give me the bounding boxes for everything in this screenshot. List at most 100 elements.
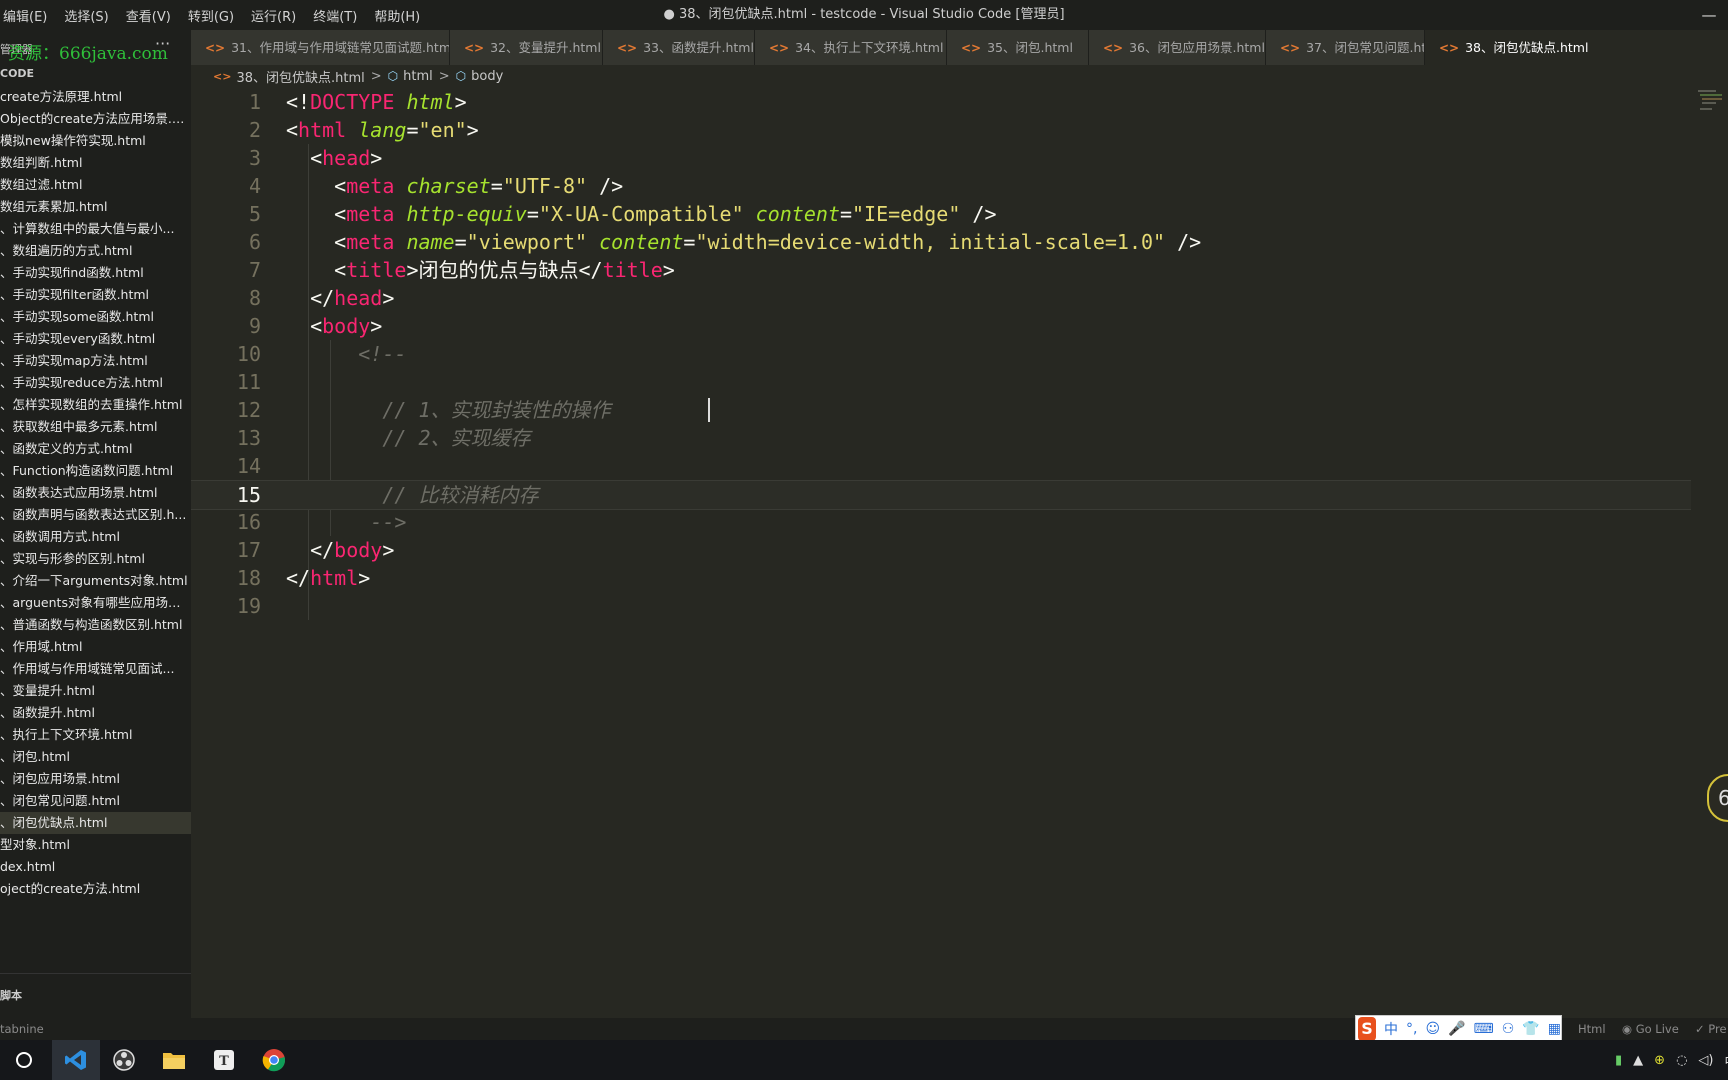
wifi-icon[interactable]: ◌ [1676,1053,1687,1068]
code-line[interactable]: 18 </html> [191,564,1691,592]
breadcrumb-body[interactable]: body [471,69,503,84]
go-live-button[interactable]: ◉ Go Live [1622,1022,1679,1036]
code-line[interactable]: 9 <body> [191,312,1691,340]
file-item[interactable]: 、计算数组中的最大值与最小... [0,218,191,240]
file-item[interactable]: 、普通函数与构造函数区别.html [0,614,191,636]
keyboard-icon[interactable]: ⌨ [1474,1021,1494,1037]
editor-tab[interactable]: <> 37、闭包常见问题.html [1266,30,1425,65]
file-item[interactable]: 、手动实现find函数.html [0,262,191,284]
show-hidden-icons[interactable]: ▲ [1633,1053,1643,1068]
minimize-button[interactable]: — [1690,4,1728,26]
file-item[interactable]: 、闭包常见问题.html [0,790,191,812]
editor-tab[interactable]: <> 33、函数提升.html [603,30,755,65]
code-line[interactable]: 6 <meta name="viewport" content="width=d… [191,228,1691,256]
code-line[interactable]: 1 <!DOCTYPE html> [191,88,1691,116]
code-line[interactable]: 15 // 比较消耗内存 [191,480,1691,510]
code-line[interactable]: 11 [191,368,1691,396]
punctuation-toggle[interactable]: °, [1406,1021,1417,1037]
code-line[interactable]: 17 </body> [191,536,1691,564]
file-item[interactable]: 数组判断.html [0,152,191,174]
vscode-icon[interactable] [52,1040,100,1080]
floating-counter-badge[interactable]: 6 [1707,774,1728,822]
file-item[interactable]: 、手动实现map方法.html [0,350,191,372]
toolbox-icon[interactable]: ▦ [1548,1021,1561,1037]
file-item[interactable]: 、函数调用方式.html [0,526,191,548]
microphone-icon[interactable]: 🎤 [1448,1021,1465,1037]
file-item[interactable]: 、执行上下文环境.html [0,724,191,746]
code-line[interactable]: 4 <meta charset="UTF-8" /> [191,172,1691,200]
breadcrumb-html[interactable]: html [403,69,433,84]
editor-tab[interactable]: <> 38、闭包优缺点.html [1425,30,1728,65]
skin-icon[interactable]: 👕 [1522,1021,1539,1037]
code-line[interactable]: 5 <meta http-equiv="X-UA-Compatible" con… [191,200,1691,228]
code-line[interactable]: 8 </head> [191,284,1691,312]
chrome-icon[interactable] [250,1040,298,1080]
code-line[interactable]: 12 // 1、实现封装性的操作 [191,396,1691,424]
file-item[interactable]: 、闭包优缺点.html [0,812,191,834]
file-item[interactable]: Object的create方法应用场景.h... [0,108,191,130]
network-icon[interactable]: ⊕ [1654,1053,1665,1068]
ime-mode-toggle[interactable]: 中 [1384,1019,1398,1039]
battery-icon[interactable]: ▮ [1615,1053,1622,1068]
breadcrumb-file[interactable]: 38、闭包优缺点.html [236,67,364,86]
file-item[interactable]: 、数组遍历的方式.html [0,240,191,262]
search-circle-icon[interactable] [0,1040,48,1080]
file-item[interactable]: 、介绍一下arguments对象.html [0,570,191,592]
minimap[interactable] [1698,86,1724,126]
file-item[interactable]: dex.html [0,856,191,878]
editor-tab[interactable]: <> 35、闭包.html [947,30,1089,65]
file-item[interactable]: 、获取数组中最多元素.html [0,416,191,438]
editor-tab[interactable]: <> 34、执行上下文环境.html [755,30,947,65]
file-item[interactable]: 、函数声明与函数表达式区别.h... [0,504,191,526]
typora-icon[interactable]: T [200,1040,248,1080]
tabnine-status[interactable]: tabnine [0,1022,44,1036]
sogou-logo-icon[interactable]: S [1358,1016,1377,1041]
file-item[interactable]: 、函数表达式应用场景.html [0,482,191,504]
obs-icon[interactable] [100,1040,148,1080]
file-item[interactable]: 、手动实现reduce方法.html [0,372,191,394]
editor-tab[interactable]: <> 36、闭包应用场景.html [1089,30,1266,65]
file-item[interactable]: 型对象.html [0,834,191,856]
prettier-status[interactable]: ✓ Pre [1695,1022,1727,1036]
npm-scripts-label[interactable]: 脚本 [0,987,22,1003]
input-language[interactable]: 中 [1724,1051,1728,1070]
file-item[interactable]: 、arguents对象有哪些应用场景... [0,592,191,614]
code-line[interactable]: 13 // 2、实现缓存 [191,424,1691,452]
file-item[interactable]: 模拟new操作符实现.html [0,130,191,152]
file-item[interactable]: 、作用域.html [0,636,191,658]
file-item[interactable]: 、手动实现every函数.html [0,328,191,350]
file-item[interactable]: 、闭包应用场景.html [0,768,191,790]
file-item[interactable]: 、怎样实现数组的去重操作.html [0,394,191,416]
file-item[interactable]: 、手动实现filter函数.html [0,284,191,306]
editor-tab[interactable]: <> 31、作用域与作用域链常见面试题.html [191,30,450,65]
code-line[interactable]: 19 [191,592,1691,620]
file-item[interactable]: 、手动实现some函数.html [0,306,191,328]
code-line[interactable]: 7 <title>闭包的优点与缺点</title> [191,256,1691,284]
code-line[interactable]: 14 [191,452,1691,480]
file-item[interactable]: 、变量提升.html [0,680,191,702]
volume-icon[interactable]: ◁) [1698,1053,1713,1068]
file-item[interactable]: 、函数定义的方式.html [0,438,191,460]
file-item[interactable]: 、Function构造函数问题.html [0,460,191,482]
code-line[interactable]: 10 <!-- [191,340,1691,368]
more-actions-icon[interactable]: ··· [155,34,170,53]
editor-tab[interactable]: <> 32、变量提升.html [450,30,603,65]
file-item[interactable]: create方法原理.html [0,86,191,108]
file-item[interactable]: 、闭包.html [0,746,191,768]
user-icon[interactable]: ⚇ [1502,1021,1515,1037]
code-line[interactable]: 16 --> [191,508,1691,536]
file-item[interactable]: 数组过滤.html [0,174,191,196]
workspace-section-title[interactable]: CODE [0,67,34,80]
file-item[interactable]: oject的create方法.html [0,878,191,900]
code-line[interactable]: 3 <head> [191,144,1691,172]
file-item[interactable]: 数组元素累加.html [0,196,191,218]
file-item[interactable]: 、作用域与作用域链常见面试... [0,658,191,680]
file-explorer-icon[interactable] [150,1040,198,1080]
code-token: "X-UA-Compatible" [538,202,744,226]
emoji-icon[interactable]: ☺ [1426,1021,1441,1037]
language-mode[interactable]: Html [1578,1022,1606,1036]
code-line[interactable]: 2 <html lang="en"> [191,116,1691,144]
file-item[interactable]: 、函数提升.html [0,702,191,724]
code-editor[interactable]: 1 <!DOCTYPE html> 2 <html lang="en"> 3 <head… [191,88,1691,988]
file-item[interactable]: 、实现与形参的区别.html [0,548,191,570]
